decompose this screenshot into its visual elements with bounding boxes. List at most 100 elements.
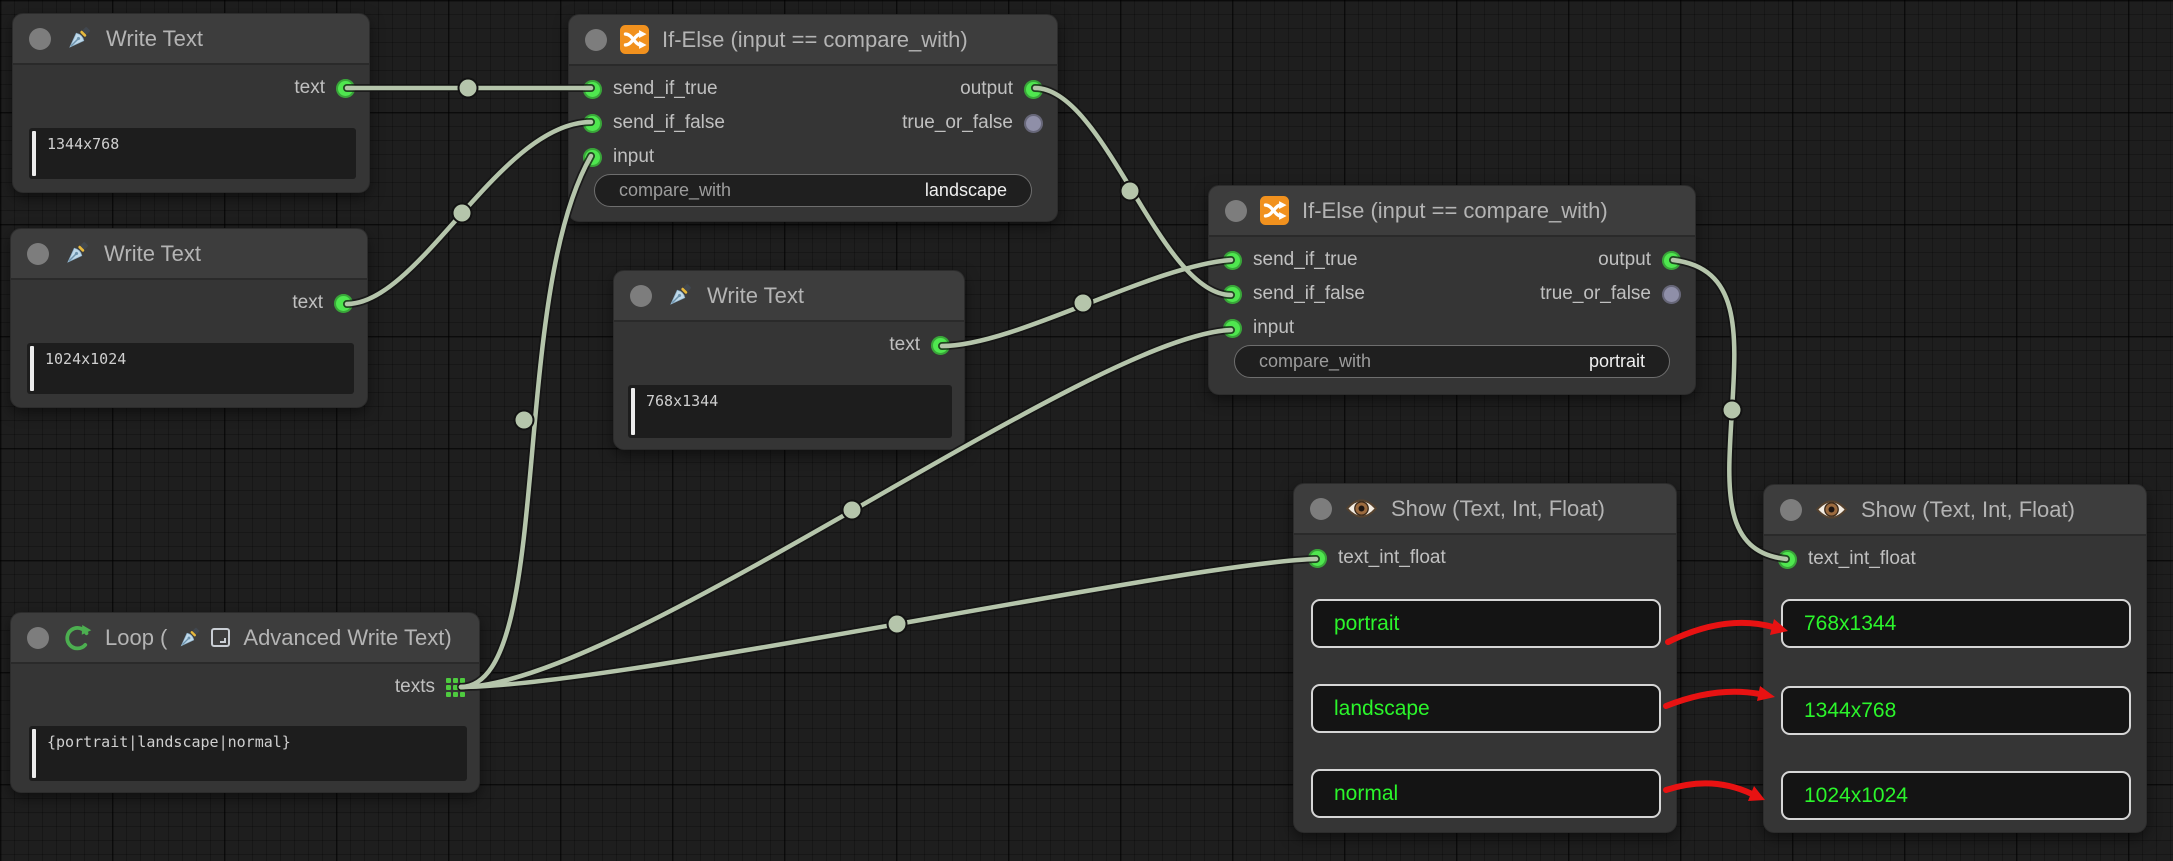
recycle-icon [62,623,92,653]
red-arrow [1666,783,1752,794]
node-title: Show (Text, Int, Float) [1861,497,2075,523]
eye-icon [1345,497,1378,520]
output-port[interactable] [334,294,353,313]
output-port[interactable] [1662,251,1681,270]
node-write-text-1[interactable]: Write Text text 1344x768 [12,13,370,193]
text-input[interactable]: 1024x1024 [27,343,354,394]
input-label: send_if_true [1253,249,1358,271]
pen-icon [665,281,694,310]
node-loop[interactable]: Loop ( Advanced Write Text) texts {portr… [10,612,480,793]
collapse-dot[interactable] [585,29,607,51]
eye-icon [1815,498,1848,521]
collapse-dot[interactable] [1310,498,1332,520]
widget-label: compare_with [619,180,731,201]
collapse-dot[interactable] [1225,200,1247,222]
input-port[interactable] [1223,285,1242,304]
compare-with-widget[interactable]: compare_with portrait [1234,345,1670,378]
widget-value: portrait [1589,351,1645,372]
node-header[interactable]: Loop ( Advanced Write Text) [11,613,479,664]
node-title: Write Text [104,241,201,267]
link-wire [461,559,1316,687]
node-header[interactable]: If-Else (input == compare_with) [569,15,1057,66]
output-label: true_or_false [902,112,1013,134]
show-value-box: 1024x1024 [1781,771,2131,820]
list-grid-icon[interactable] [446,678,465,697]
show-value-box: landscape [1311,684,1661,733]
input-label: input [613,146,654,168]
output-port[interactable] [1024,80,1043,99]
input-label: text_int_float [1338,547,1446,569]
shuffle-icon [1260,196,1289,225]
output-port[interactable] [336,79,355,98]
link-wire [1035,88,1231,295]
reroute-dot [515,411,534,430]
input-label: send_if_false [1253,283,1365,305]
frame-icon [211,628,230,647]
output-port[interactable] [1024,114,1043,133]
input-port[interactable] [1778,550,1797,569]
output-label: output [1598,249,1651,271]
red-arrow [1666,692,1760,706]
reroute-dot [1074,294,1093,313]
show-value-box: 1344x768 [1781,686,2131,735]
input-port[interactable] [1223,251,1242,270]
text-caret-bar [631,388,635,435]
text-input[interactable]: {portrait|landscape|normal} [29,726,467,781]
link-wire [461,156,591,687]
node-show-2[interactable]: Show (Text, Int, Float) text_int_float 7… [1763,484,2147,833]
collapse-dot[interactable] [29,28,51,50]
node-header[interactable]: Show (Text, Int, Float) [1764,485,2146,536]
reroute-dot [843,501,862,520]
node-title-prefix: Loop ( [105,625,167,651]
reroute-dot [888,615,907,634]
shuffle-icon [620,25,649,54]
input-port[interactable] [583,114,602,133]
link-wire [942,260,1231,346]
input-port[interactable] [583,148,602,167]
node-write-text-3[interactable]: Write Text text 768x1344 [613,270,965,450]
collapse-dot[interactable] [27,627,49,649]
text-input[interactable]: 768x1344 [628,385,952,438]
reroute-dot [1121,182,1140,201]
collapse-dot[interactable] [1780,499,1802,521]
widget-value: landscape [925,180,1007,201]
input-label: text_int_float [1808,548,1916,570]
node-header[interactable]: Show (Text, Int, Float) [1294,484,1676,535]
reroute-dot [1723,401,1742,420]
input-port[interactable] [1308,549,1327,568]
node-header[interactable]: If-Else (input == compare_with) [1209,186,1695,237]
show-value-box: 768x1344 [1781,599,2131,648]
node-show-1[interactable]: Show (Text, Int, Float) text_int_float p… [1293,483,1677,833]
collapse-dot[interactable] [27,243,49,265]
node-header[interactable]: Write Text [13,14,369,65]
reroute-dot [459,79,478,98]
red-arrow [1668,623,1773,642]
node-write-text-2[interactable]: Write Text text 1024x1024 [10,228,368,408]
pen-icon [176,625,202,651]
node-if-else-1[interactable]: If-Else (input == compare_with) send_if_… [568,14,1058,222]
input-label: send_if_true [613,78,718,100]
input-port[interactable] [1223,319,1242,338]
text-input[interactable]: 1344x768 [29,128,356,179]
node-header[interactable]: Write Text [11,229,367,280]
text-caret-bar [30,346,34,391]
text-caret-bar [32,131,36,176]
compare-with-widget[interactable]: compare_with landscape [594,174,1032,207]
node-title: If-Else (input == compare_with) [662,27,968,53]
input-port[interactable] [583,80,602,99]
pen-icon [64,24,93,53]
collapse-dot[interactable] [630,285,652,307]
node-title-suffix: Advanced Write Text) [243,625,451,651]
output-port[interactable] [1662,285,1681,304]
node-header[interactable]: Write Text [614,271,964,322]
output-label: text [294,77,325,99]
node-editor-canvas[interactable]: Write Text text 1344x768 Write Text text… [0,0,2173,861]
output-label: texts [395,676,435,698]
output-label: true_or_false [1540,283,1651,305]
node-if-else-2[interactable]: If-Else (input == compare_with) send_if_… [1208,185,1696,395]
node-title: Show (Text, Int, Float) [1391,496,1605,522]
node-title: Write Text [106,26,203,52]
output-label: text [889,334,920,356]
input-label: send_if_false [613,112,725,134]
output-port[interactable] [931,336,950,355]
